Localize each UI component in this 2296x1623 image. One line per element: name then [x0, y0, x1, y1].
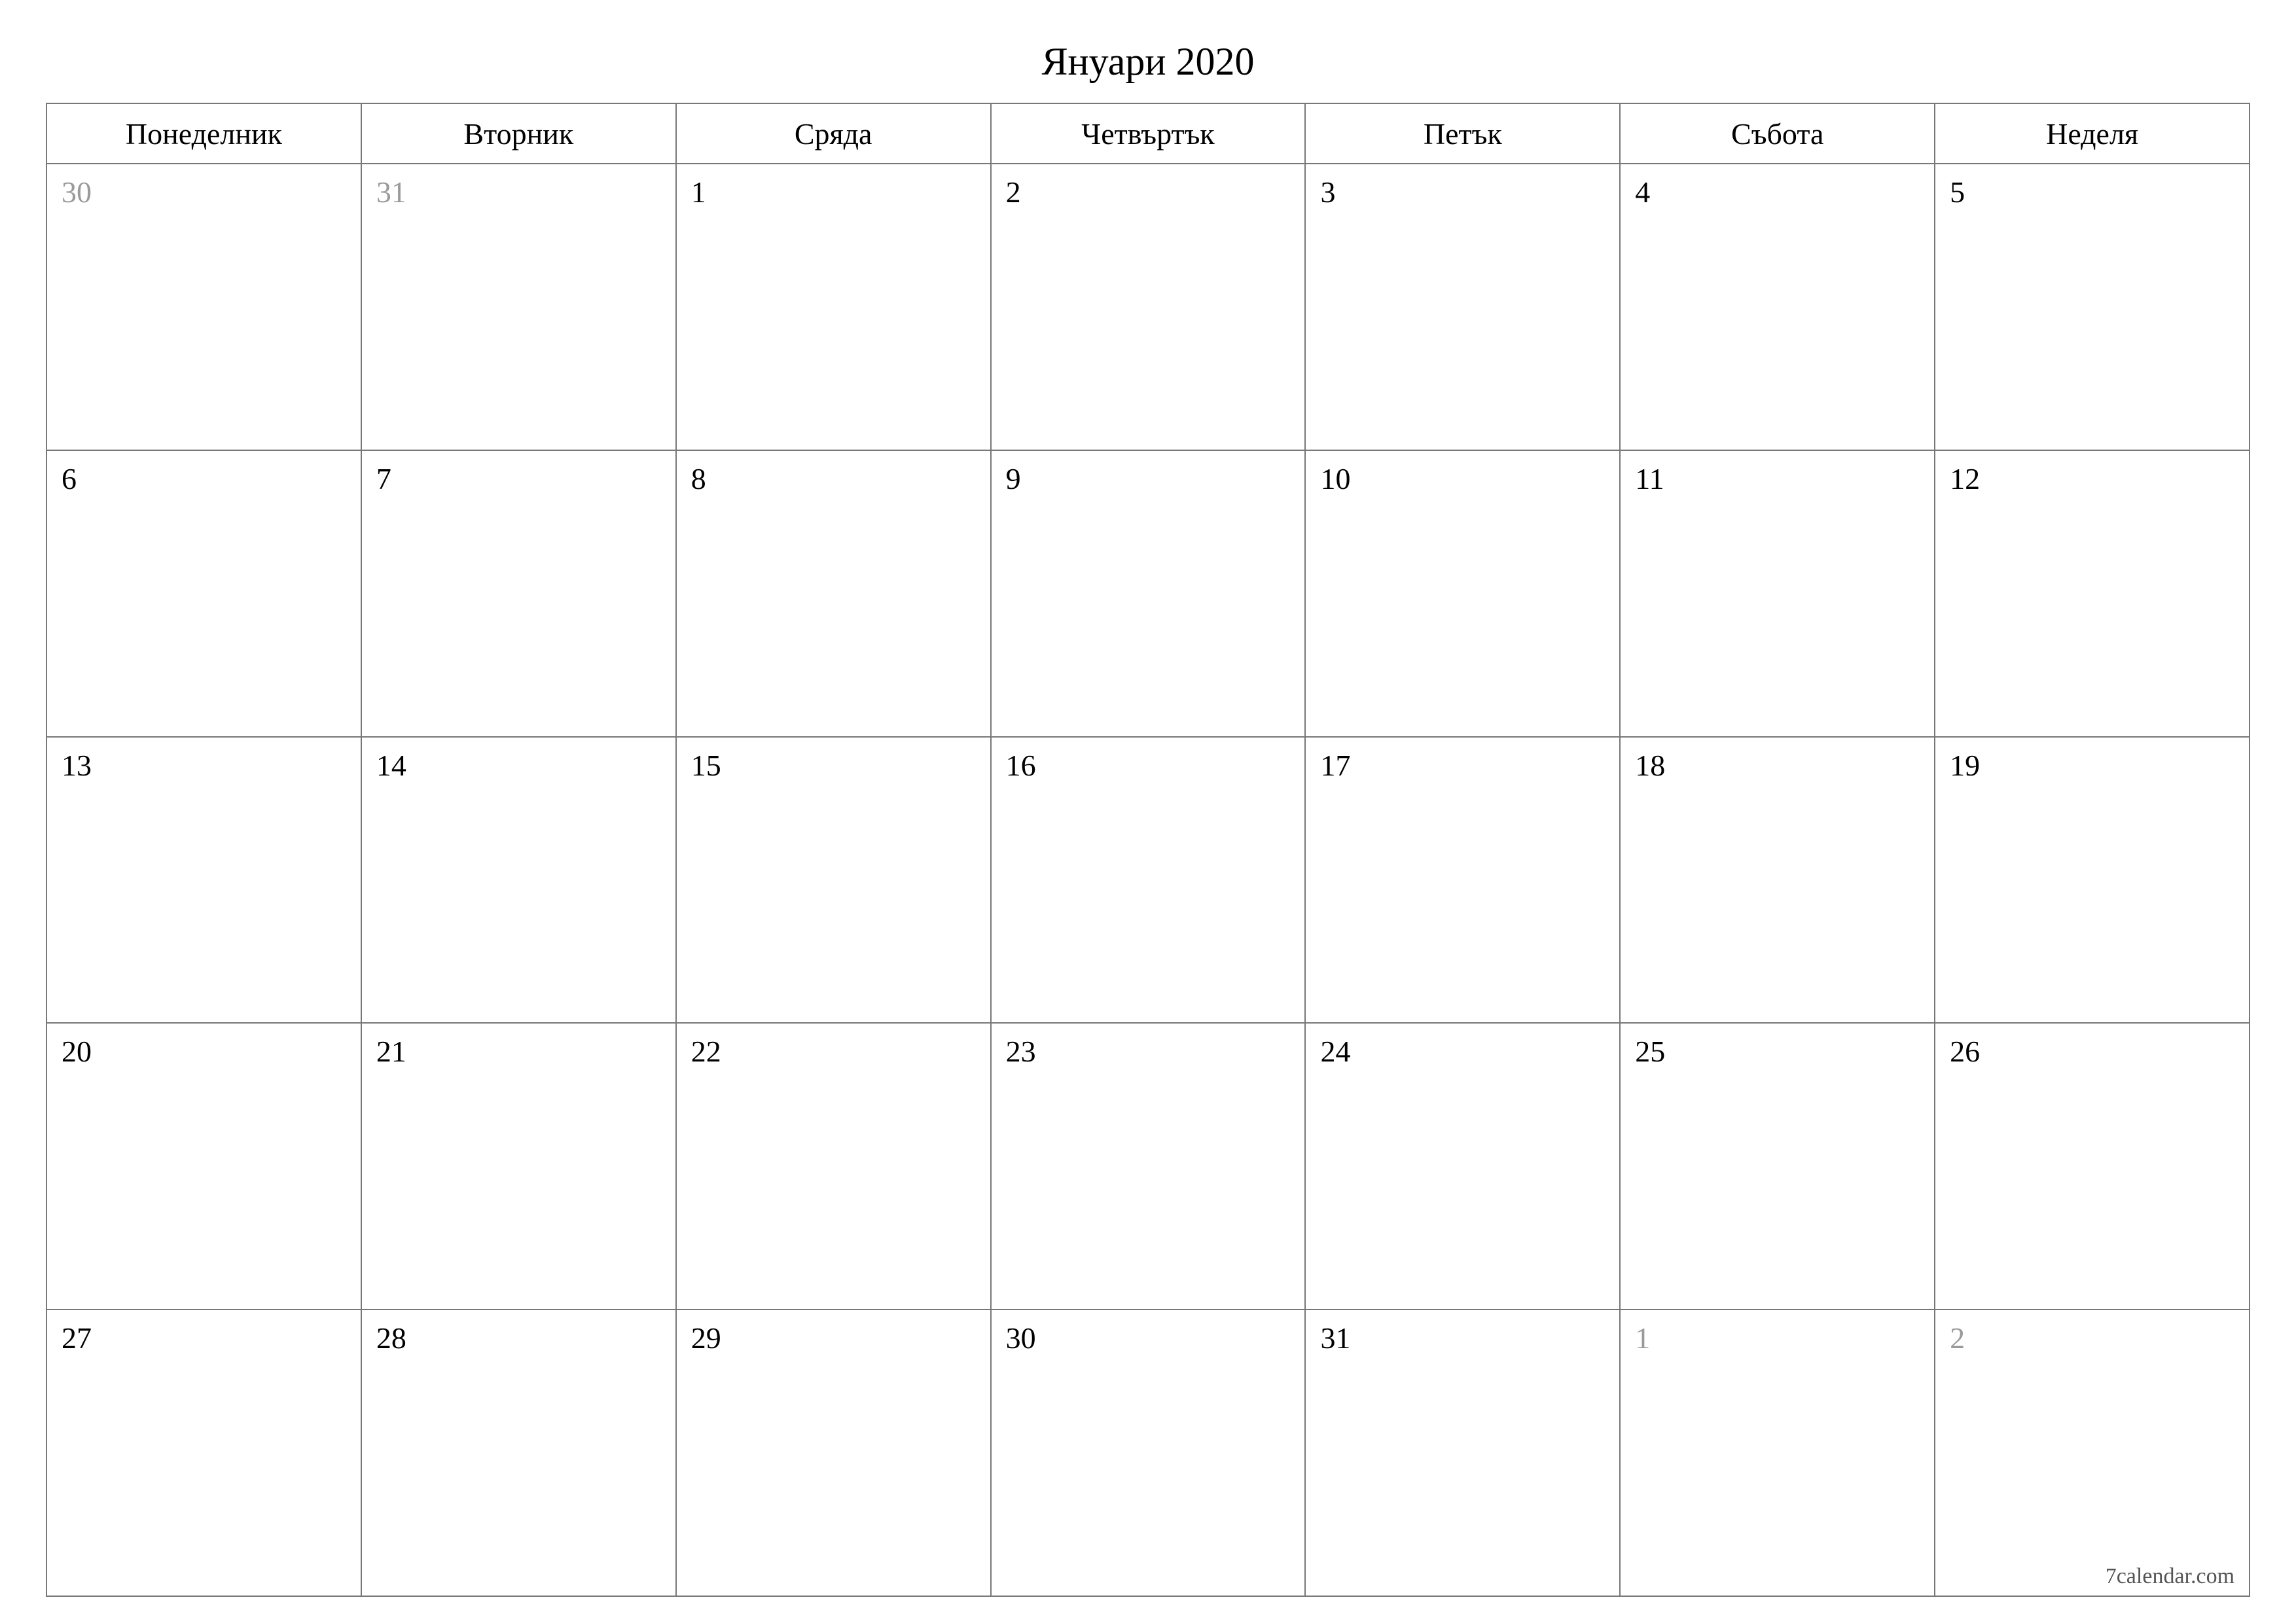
day-cell: 16 [990, 738, 1305, 1023]
day-cell: 29 [675, 1310, 990, 1596]
weekday-header-row: Понеделник Вторник Сряда Четвъртък Петък… [47, 104, 2249, 163]
day-cell: 30 [990, 1310, 1305, 1596]
weekday-header: Четвъртък [990, 104, 1305, 163]
week-row: 20 21 22 23 24 25 26 [47, 1022, 2249, 1309]
day-cell: 1 [675, 164, 990, 450]
day-cell: 11 [1619, 451, 1934, 736]
calendar-title: Януари 2020 [46, 39, 2250, 84]
weekday-header: Петък [1304, 104, 1619, 163]
day-cell: 7 [361, 451, 675, 736]
day-cell: 22 [675, 1024, 990, 1309]
weekday-header: Сряда [675, 104, 990, 163]
day-cell: 8 [675, 451, 990, 736]
day-cell: 2 7calendar.com [1934, 1310, 2249, 1596]
day-cell: 26 [1934, 1024, 2249, 1309]
week-row: 27 28 29 30 31 1 2 7calendar.com [47, 1309, 2249, 1596]
day-cell: 28 [361, 1310, 675, 1596]
day-cell: 1 [1619, 1310, 1934, 1596]
day-cell: 6 [47, 451, 361, 736]
day-cell: 13 [47, 738, 361, 1023]
footer-credit: 7calendar.com [2106, 1564, 2234, 1589]
day-cell: 12 [1934, 451, 2249, 736]
day-cell: 14 [361, 738, 675, 1023]
weekday-header: Събота [1619, 104, 1934, 163]
day-cell: 23 [990, 1024, 1305, 1309]
day-cell: 31 [361, 164, 675, 450]
day-number: 2 [1950, 1321, 1965, 1355]
day-cell: 5 [1934, 164, 2249, 450]
day-cell: 31 [1304, 1310, 1619, 1596]
weekday-header: Понеделник [47, 104, 361, 163]
day-cell: 27 [47, 1310, 361, 1596]
day-cell: 19 [1934, 738, 2249, 1023]
day-cell: 21 [361, 1024, 675, 1309]
calendar-page: Януари 2020 Понеделник Вторник Сряда Чет… [0, 0, 2296, 1623]
week-row: 13 14 15 16 17 18 19 [47, 736, 2249, 1023]
day-cell: 30 [47, 164, 361, 450]
day-cell: 9 [990, 451, 1305, 736]
week-row: 6 7 8 9 10 11 12 [47, 450, 2249, 736]
day-cell: 3 [1304, 164, 1619, 450]
calendar-grid: Понеделник Вторник Сряда Четвъртък Петък… [46, 103, 2250, 1597]
day-cell: 17 [1304, 738, 1619, 1023]
day-cell: 10 [1304, 451, 1619, 736]
day-cell: 25 [1619, 1024, 1934, 1309]
day-cell: 15 [675, 738, 990, 1023]
day-cell: 24 [1304, 1024, 1619, 1309]
day-cell: 18 [1619, 738, 1934, 1023]
weekday-header: Вторник [361, 104, 675, 163]
day-cell: 20 [47, 1024, 361, 1309]
day-cell: 4 [1619, 164, 1934, 450]
day-cell: 2 [990, 164, 1305, 450]
weekday-header: Неделя [1934, 104, 2249, 163]
week-row: 30 31 1 2 3 4 5 [47, 163, 2249, 450]
